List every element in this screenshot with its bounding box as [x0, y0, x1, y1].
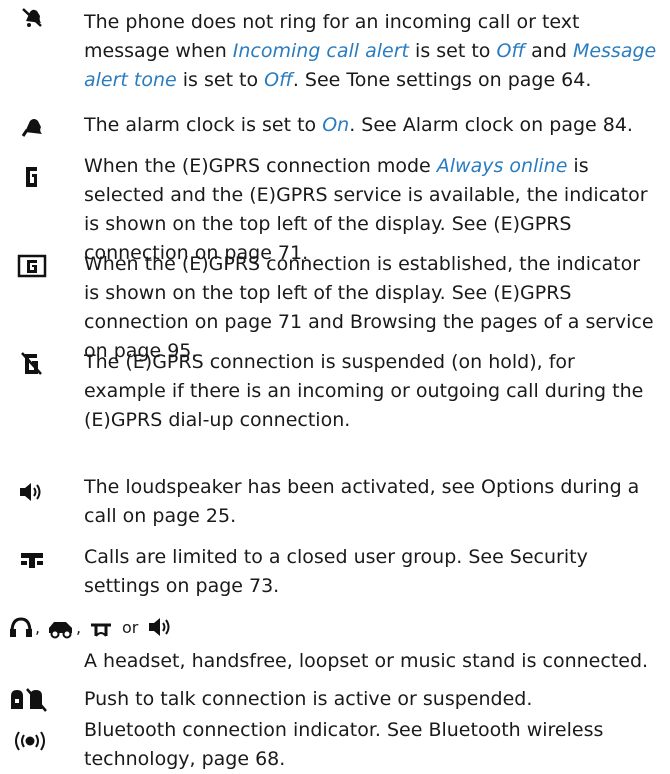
entry-text: Calls are limited to a closed user group…	[84, 543, 659, 601]
menu-term: Always online	[436, 155, 568, 177]
menu-term: On	[322, 114, 350, 136]
text-run: The (E)GPRS connection is suspended (on …	[84, 351, 644, 431]
entry-text: Push to talk connection is active or sus…	[84, 685, 659, 714]
gprs-suspended-icon	[17, 350, 47, 378]
text-run: Push to talk connection is active or sus…	[84, 688, 533, 710]
separator: ,	[76, 618, 82, 637]
entry-text: The (E)GPRS connection is suspended (on …	[84, 348, 659, 435]
text-run: . See Alarm clock on page 84.	[349, 114, 633, 136]
text-run: The alarm clock is set to	[84, 114, 323, 136]
text-run: The loudspeaker has been activated, see …	[84, 476, 640, 527]
text-run: When the (E)GPRS connection is establish…	[84, 253, 654, 362]
bell-off-icon	[17, 4, 47, 32]
headset-icon	[8, 616, 34, 640]
music-stand-icon	[146, 616, 176, 640]
menu-term: Off	[264, 69, 293, 91]
loudspeaker-icon	[17, 478, 47, 506]
text-run: . See Tone settings on page 64.	[292, 69, 592, 91]
closed-user-group-icon	[17, 546, 47, 574]
separator: ,	[35, 618, 41, 637]
car-handsfree-icon	[46, 616, 76, 640]
entry-text: The loudspeaker has been activated, see …	[84, 473, 659, 531]
text-run: is set to	[176, 69, 265, 91]
text-run: Bluetooth connection indicator. See Blue…	[84, 719, 604, 770]
text-run: and	[525, 40, 573, 62]
menu-term: Incoming call alert	[232, 40, 409, 62]
gprs-letter-icon	[17, 164, 47, 192]
text-run: A headset, handsfree, loopset or music s…	[84, 650, 649, 672]
alarm-bell-icon	[17, 114, 47, 142]
text-run: When the (E)GPRS connection mode	[84, 155, 437, 177]
text-run: Calls are limited to a closed user group…	[84, 546, 588, 597]
bluetooth-icon	[10, 728, 50, 756]
text-run: is set to	[409, 40, 497, 62]
loopset-icon	[88, 616, 114, 640]
entry-text: The phone does not ring for an incoming …	[84, 8, 659, 95]
ptt-icon	[8, 687, 56, 715]
or-word: or	[122, 618, 139, 637]
entry-text: A headset, handsfree, loopset or music s…	[84, 647, 659, 676]
menu-term: Off	[496, 40, 526, 62]
accessory-icon-row: , , or	[8, 613, 228, 643]
entry-text: Bluetooth connection indicator. See Blue…	[84, 716, 659, 774]
entry-text: The alarm clock is set to On. See Alarm …	[84, 111, 659, 140]
gprs-boxed-icon	[17, 252, 47, 280]
